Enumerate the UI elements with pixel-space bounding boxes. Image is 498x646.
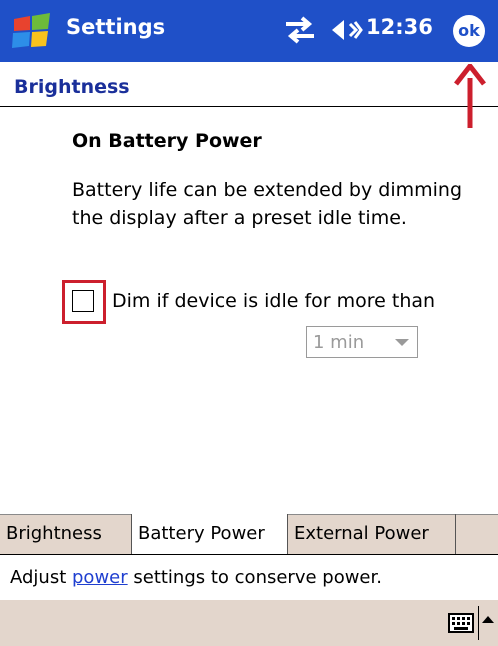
input-method-up-arrow-icon[interactable] [482,616,494,623]
page-title: Brightness [14,76,130,98]
tab-brightness[interactable]: Brightness [0,514,132,554]
ok-button[interactable]: ok [453,15,485,47]
annotation-arrow-icon [454,64,486,128]
title-bar: Settings 12:36 ok [0,0,498,62]
app-title: Settings [66,15,166,39]
input-panel-divider [478,606,479,640]
help-text-prefix: Adjust [10,567,72,588]
description-text: Battery life can be extended by dimming … [72,179,463,229]
connectivity-icon[interactable] [282,14,318,46]
tab-external-power[interactable]: External Power [288,514,456,554]
help-text-suffix: settings to conserve power. [127,567,382,588]
idle-time-dropdown[interactable]: 1 min [306,326,418,358]
tab-strip-bottom-border [0,554,498,555]
help-text: Adjust power settings to conserve power. [10,567,382,588]
chevron-down-icon [395,339,409,346]
power-link[interactable]: power [72,567,128,588]
command-bar [0,600,498,646]
section-heading: On Battery Power [72,130,262,152]
clock-time[interactable]: 12:36 [366,15,433,39]
start-menu-windows-flag-icon[interactable] [10,13,54,49]
dim-checkbox[interactable] [72,290,94,312]
tab-battery-power[interactable]: Battery Power [132,514,288,554]
idle-time-value: 1 min [313,332,365,353]
dim-checkbox-label[interactable]: Dim if device is idle for more than [112,290,435,312]
volume-speaker-icon[interactable] [330,14,364,46]
keyboard-icon[interactable] [448,613,474,633]
title-divider [0,106,498,107]
